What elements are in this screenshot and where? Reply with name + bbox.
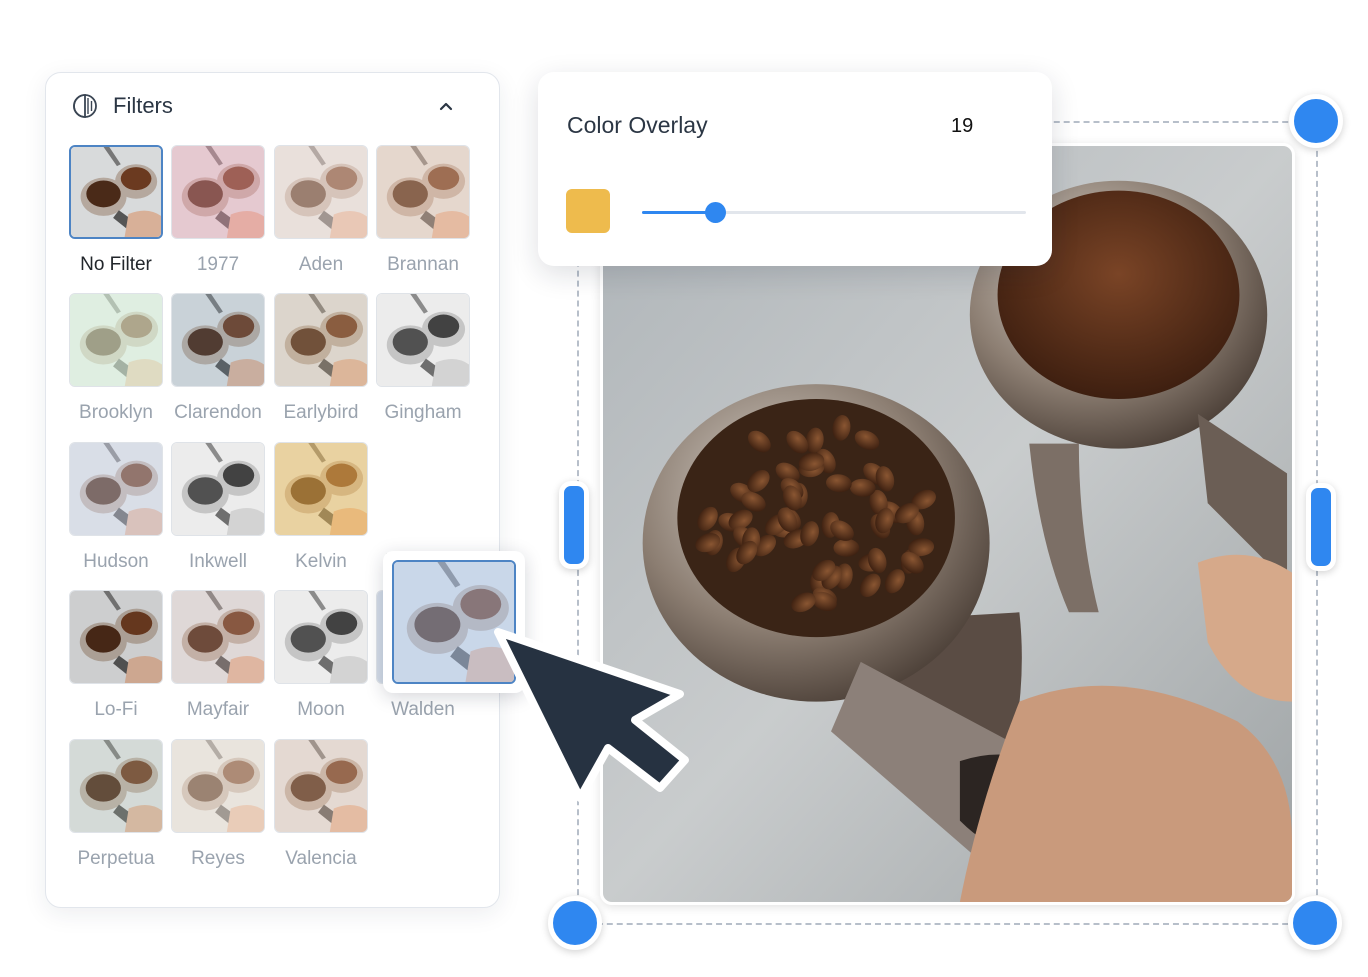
filter-thumbnail-perpetua[interactable] xyxy=(69,739,163,833)
filters-panel-title: Filters xyxy=(113,93,173,118)
filter-label-1977[interactable]: 1977 xyxy=(163,254,273,276)
color-overlay-slider[interactable] xyxy=(642,202,1026,223)
filter-thumbnail-brooklyn[interactable] xyxy=(69,293,163,387)
resize-handle-right[interactable] xyxy=(1306,483,1336,571)
filter-label-aden[interactable]: Aden xyxy=(266,254,376,276)
color-overlay-value: 19 xyxy=(951,115,974,137)
filter-label-walden[interactable]: Walden xyxy=(368,699,478,721)
mouse-pointer-icon xyxy=(494,628,689,802)
filter-label-perpetua[interactable]: Perpetua xyxy=(61,848,171,870)
filter-thumbnail-reyes[interactable] xyxy=(171,739,265,833)
filter-label-mayfair[interactable]: Mayfair xyxy=(163,699,273,721)
filter-thumbnail-valencia[interactable] xyxy=(274,739,368,833)
chevron-up-icon[interactable] xyxy=(435,95,457,117)
filters-panel-header[interactable]: Filters xyxy=(46,73,499,137)
filter-label-brooklyn[interactable]: Brooklyn xyxy=(61,402,171,424)
color-swatch[interactable] xyxy=(566,189,610,233)
slider-thumb[interactable] xyxy=(704,202,726,223)
filters-panel: Filters No Filter 1977 Aden Brannan Brooklyn… xyxy=(45,72,500,908)
filter-thumbnail-mayfair[interactable] xyxy=(171,590,265,684)
filter-label-brannan[interactable]: Brannan xyxy=(368,254,478,276)
filter-half-circle-icon xyxy=(73,94,97,118)
filter-label-no-filter[interactable]: No Filter xyxy=(61,254,171,276)
filter-thumbnail-moon[interactable] xyxy=(274,590,368,684)
resize-handle-left[interactable] xyxy=(559,481,589,569)
filter-thumbnail-lo-fi[interactable] xyxy=(69,590,163,684)
coffee-bean xyxy=(833,538,860,557)
color-overlay-popover: Color Overlay 19 xyxy=(538,72,1052,266)
filter-thumbnail-no-filter[interactable] xyxy=(69,145,163,239)
filter-label-gingham[interactable]: Gingham xyxy=(368,402,478,424)
filter-thumbnail-clarendon[interactable] xyxy=(171,293,265,387)
filter-label-valencia[interactable]: Valencia xyxy=(266,848,376,870)
filter-label-hudson[interactable]: Hudson xyxy=(61,551,171,573)
filter-label-inkwell[interactable]: Inkwell xyxy=(163,551,273,573)
filter-thumbnail-gingham[interactable] xyxy=(376,293,470,387)
filter-label-lo-fi[interactable]: Lo-Fi xyxy=(61,699,171,721)
filter-thumbnail-earlybird[interactable] xyxy=(274,293,368,387)
filter-label-earlybird[interactable]: Earlybird xyxy=(266,402,376,424)
resize-handle-top-right[interactable] xyxy=(1289,94,1343,148)
filter-label-moon[interactable]: Moon xyxy=(266,699,376,721)
resize-handle-bottom-left[interactable] xyxy=(548,896,602,950)
filter-thumbnail-brannan[interactable] xyxy=(376,145,470,239)
filter-label-clarendon[interactable]: Clarendon xyxy=(163,402,273,424)
color-overlay-title: Color Overlay xyxy=(567,112,708,138)
filter-label-kelvin[interactable]: Kelvin xyxy=(266,551,376,573)
filter-thumbnail-inkwell[interactable] xyxy=(171,442,265,536)
filter-thumbnail-kelvin[interactable] xyxy=(274,442,368,536)
filter-thumbnail-1977[interactable] xyxy=(171,145,265,239)
filter-thumbnail-hudson[interactable] xyxy=(69,442,163,536)
filter-label-reyes[interactable]: Reyes xyxy=(163,848,273,870)
filter-thumbnail-aden[interactable] xyxy=(274,145,368,239)
resize-handle-bottom-right[interactable] xyxy=(1288,896,1342,950)
